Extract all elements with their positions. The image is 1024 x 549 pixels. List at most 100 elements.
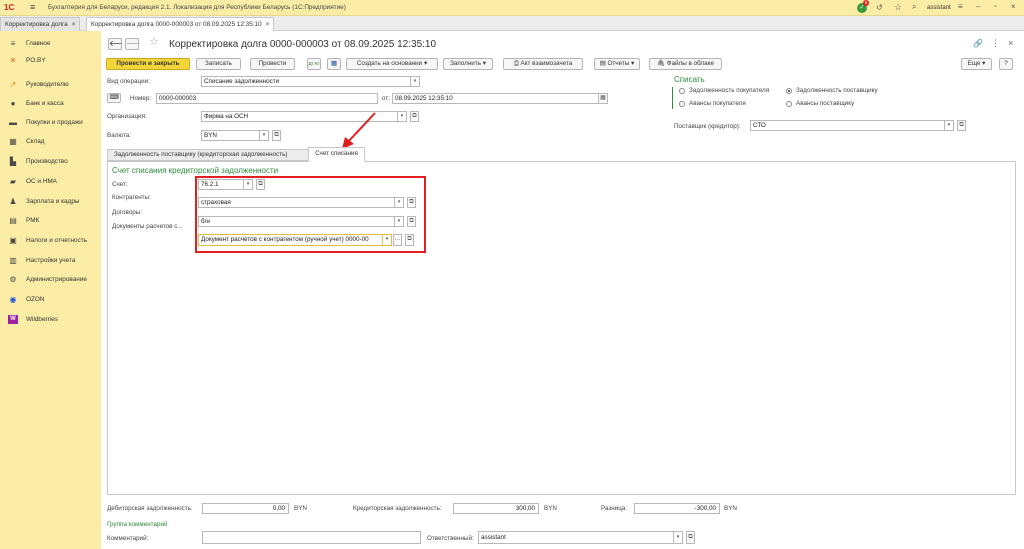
responsible-label: Ответственный: xyxy=(427,535,474,542)
radio-supplier-debt[interactable] xyxy=(786,88,792,94)
chevron-down-icon[interactable]: ▾ xyxy=(260,130,269,141)
tab-debt-correction-document[interactable]: Корректировка долга 0000-000003 от 08.09… xyxy=(86,17,275,31)
favorites-icon[interactable]: ☆ xyxy=(894,2,902,12)
cloud-files-button[interactable]: 🖇 Файлы в облаке xyxy=(649,58,722,70)
supplier-field[interactable]: СТО xyxy=(750,120,945,131)
more-actions-button[interactable]: Еще ▾ xyxy=(961,58,992,70)
main-menu-icon[interactable]: ≡ xyxy=(30,3,39,12)
chevron-down-icon[interactable]: ▾ xyxy=(398,111,407,122)
account-field[interactable]: 76.2.1 xyxy=(198,179,244,190)
wildberries-icon: W xyxy=(8,315,18,324)
sidebar-item-manager[interactable]: ↗ Руководителю xyxy=(0,76,101,93)
chevron-down-icon[interactable]: ▾ xyxy=(411,76,420,87)
number-field[interactable]: 0000-000003 xyxy=(156,93,378,104)
user-name[interactable]: assistant xyxy=(927,3,951,13)
post-button[interactable]: Провести xyxy=(250,58,295,70)
open-icon[interactable]: ⧉ xyxy=(686,531,695,544)
sidebar-item-taxes[interactable]: ▣ Налоги и отчетность xyxy=(0,232,101,249)
truck-icon: ▰ xyxy=(9,177,17,186)
chevron-down-icon[interactable]: ▾ xyxy=(395,197,404,208)
sidebar-item-bank[interactable]: ● Банк и касса xyxy=(0,95,101,112)
link-icon[interactable]: 🔗 xyxy=(973,39,983,48)
sidebar-item-admin[interactable]: ⚙ Администрирование xyxy=(0,271,101,288)
sidebar-item-label: Администрирование xyxy=(26,276,87,283)
fill-button[interactable]: Заполнить ▾ xyxy=(443,58,493,70)
settings-menu-icon[interactable]: ≡ xyxy=(958,2,963,12)
maximize-icon[interactable]: ▫ xyxy=(994,2,996,12)
history-icon[interactable]: ↺ xyxy=(876,3,883,13)
close-icon[interactable]: × xyxy=(266,21,270,28)
subtab-writeoff-account[interactable]: Счет списания xyxy=(308,147,365,162)
operation-type-field[interactable]: Списание задолженности xyxy=(201,76,411,87)
sidebar-item-assets[interactable]: ▰ ОС и НМА xyxy=(0,173,101,190)
button-label: Еще xyxy=(967,60,981,67)
calendar-icon[interactable]: ▦ xyxy=(599,93,608,104)
help-button[interactable]: ? xyxy=(999,58,1013,70)
sidebar-item-warehouse[interactable]: ▦ Склад xyxy=(0,133,101,150)
sidebar-item-main[interactable]: ≡ Главное xyxy=(0,35,101,52)
close-icon[interactable]: × xyxy=(72,21,76,28)
organization-label: Организация: xyxy=(107,113,147,120)
create-based-on-button[interactable]: Создать на основании ▾ xyxy=(346,58,438,70)
sidebar-item-rmk[interactable]: ▤ РМК xyxy=(0,212,101,229)
sidebar-item-accounting-settings[interactable]: ▥ Настройки учета xyxy=(0,252,101,269)
sidebar-item-salary[interactable]: ♟ Зарплата и кадры xyxy=(0,193,101,210)
post-and-close-button[interactable]: Провести и закрыть xyxy=(106,58,190,70)
radio-buyer-advances-label: Авансы покупателя xyxy=(689,100,746,107)
date-label: от: xyxy=(382,95,390,102)
structure-button[interactable]: ▦ xyxy=(327,58,341,70)
open-icon[interactable]: ⧉ xyxy=(405,234,414,246)
contract-field[interactable]: б/н xyxy=(198,216,395,227)
offset-act-button[interactable]: ⎙ Акт взаимозачета xyxy=(503,58,583,70)
app-title: Бухгалтерия для Беларуси, редакция 2.1. … xyxy=(48,4,346,11)
open-icon[interactable]: ⧉ xyxy=(407,216,416,227)
radio-supplier-advances[interactable] xyxy=(786,101,792,107)
back-button[interactable]: 🡐 xyxy=(108,38,122,50)
open-icon[interactable]: ⧉ xyxy=(957,120,966,131)
comments-group-title[interactable]: Группа комментарий xyxy=(107,520,168,529)
open-icon[interactable]: ⧉ xyxy=(407,197,416,208)
title-bar: 1С ≡ Бухгалтерия для Беларуси, редакция … xyxy=(0,0,1024,16)
sidebar-item-poby[interactable]: ✳ PO.BY xyxy=(0,52,101,69)
chevron-down-icon[interactable]: ▾ xyxy=(383,234,392,246)
close-window-icon[interactable]: × xyxy=(1011,2,1016,12)
responsible-field[interactable]: assistant xyxy=(478,531,674,544)
currency-field[interactable]: BYN xyxy=(201,130,260,141)
subtab-supplier-debt[interactable]: Задолженность поставщику (кредиторская з… xyxy=(107,149,309,161)
sidebar-item-production[interactable]: ▙ Производство xyxy=(0,153,101,170)
close-form-icon[interactable]: × xyxy=(1008,38,1013,48)
dt-kt-button[interactable]: Дт Кт xyxy=(307,58,321,70)
paperclip-icon: 🖇 xyxy=(657,60,666,67)
counterparty-field[interactable]: страховая xyxy=(198,197,395,208)
comment-field[interactable] xyxy=(202,531,421,544)
tab-debt-correction-list[interactable]: Корректировка долга × xyxy=(0,17,81,31)
printer-icon: ⎙ xyxy=(513,60,519,67)
forward-button[interactable]: 🡒 xyxy=(125,38,139,50)
number-edit-button[interactable]: ⌨ xyxy=(107,93,121,103)
sidebar-item-ozon[interactable]: ◉ OZON xyxy=(0,291,101,308)
sidebar-item-label: Покупки и продажи xyxy=(26,119,83,126)
chevron-down-icon[interactable]: ▾ xyxy=(674,531,683,544)
chevron-down-icon[interactable]: ▾ xyxy=(395,216,404,227)
open-icon[interactable]: ⧉ xyxy=(410,111,419,122)
date-field[interactable]: 08.09.2025 12:35:10 xyxy=(392,93,599,104)
radio-buyer-debt[interactable] xyxy=(679,88,685,94)
favorite-star-icon[interactable]: ☆ xyxy=(149,36,159,49)
more-icon[interactable]: ⋮ xyxy=(991,38,1000,49)
open-icon[interactable]: ⧉ xyxy=(256,179,265,190)
minimize-icon[interactable]: – xyxy=(976,2,980,12)
factory-icon: ▙ xyxy=(9,157,17,166)
sidebar-item-wildberries[interactable]: W Wildberries xyxy=(0,311,101,328)
save-button[interactable]: Записать xyxy=(196,58,241,70)
sidebar-item-sales[interactable]: ▬ Покупки и продажи xyxy=(0,114,101,131)
open-icon[interactable]: ⧉ xyxy=(272,130,281,141)
radio-buyer-advances[interactable] xyxy=(679,101,685,107)
settlement-docs-field[interactable]: Документ расчетов с контрагентом (ручной… xyxy=(198,234,383,246)
select-ellipsis-icon[interactable]: … xyxy=(393,234,402,246)
sidebar-item-label: PO.BY xyxy=(26,57,46,64)
chevron-down-icon[interactable]: ▾ xyxy=(945,120,954,131)
reports-button[interactable]: ▤ Отчеты ▾ xyxy=(594,58,640,70)
poby-icon: ✳ xyxy=(9,56,17,65)
chevron-down-icon[interactable]: ▾ xyxy=(244,179,253,190)
search-icon[interactable]: ⌕ xyxy=(912,2,916,12)
